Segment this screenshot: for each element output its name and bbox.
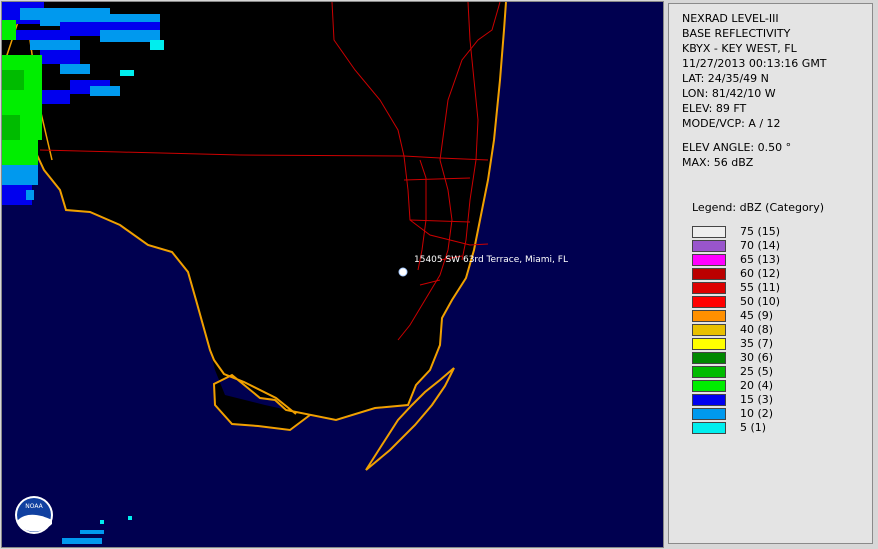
mode-vcp: MODE/VCP: A / 12 <box>682 117 781 130</box>
legend-label: 50 (10) <box>740 295 781 308</box>
legend-label: 65 (13) <box>740 253 781 266</box>
legend-swatch <box>692 254 726 266</box>
latitude: LAT: 24/35/49 N <box>682 72 769 85</box>
legend-swatch <box>692 282 726 294</box>
legend-swatch <box>692 338 726 350</box>
location-marker[interactable] <box>398 267 408 277</box>
legend-label: 5 (1) <box>740 421 767 434</box>
legend-label: 75 (15) <box>740 225 781 238</box>
info-panel: NEXRAD LEVEL-III BASE REFLECTIVITY KBYX … <box>668 3 873 544</box>
max-reflectivity: MAX: 56 dBZ <box>682 156 754 169</box>
legend-swatch <box>692 366 726 378</box>
legend-label: 25 (5) <box>740 365 774 378</box>
legend-swatch <box>692 324 726 336</box>
legend-swatch <box>692 268 726 280</box>
location-label: 15405 SW 63rd Terrace, Miami, FL <box>414 255 568 265</box>
legend-swatch <box>692 352 726 364</box>
product-type: BASE REFLECTIVITY <box>682 27 791 40</box>
legend-label: 55 (11) <box>740 281 781 294</box>
noaa-logo: NOAA <box>15 496 53 534</box>
legend-swatch <box>692 240 726 252</box>
longitude: LON: 81/42/10 W <box>682 87 776 100</box>
legend-swatch <box>692 296 726 308</box>
station-name: KBYX - KEY WEST, FL <box>682 42 797 55</box>
legend-swatch <box>692 394 726 406</box>
legend-label: 70 (14) <box>740 239 781 252</box>
legend-swatch <box>692 380 726 392</box>
legend-label: 60 (12) <box>740 267 781 280</box>
legend-label: 40 (8) <box>740 323 774 336</box>
legend-label: 30 (6) <box>740 351 774 364</box>
svg-text:NOAA: NOAA <box>25 503 43 510</box>
datetime: 11/27/2013 00:13:16 GMT <box>682 57 827 70</box>
legend-label: 15 (3) <box>740 393 774 406</box>
radar-map[interactable]: 15405 SW 63rd Terrace, Miami, FL NOAA <box>0 0 665 549</box>
legend-title: Legend: dBZ (Category) <box>692 201 824 214</box>
legend-swatch <box>692 310 726 322</box>
elevation-angle: ELEV ANGLE: 0.50 ° <box>682 141 792 154</box>
legend-label: 45 (9) <box>740 309 774 322</box>
legend-label: 10 (2) <box>740 407 774 420</box>
elevation: ELEV: 89 FT <box>682 102 747 115</box>
legend-label: 35 (7) <box>740 337 774 350</box>
product-name: NEXRAD LEVEL-III <box>682 12 779 25</box>
legend-swatch <box>692 422 726 434</box>
radar-map-canvas: 15405 SW 63rd Terrace, Miami, FL NOAA <box>1 1 664 548</box>
legend-swatch <box>692 226 726 238</box>
legend-swatch <box>692 408 726 420</box>
legend-label: 20 (4) <box>740 379 774 392</box>
